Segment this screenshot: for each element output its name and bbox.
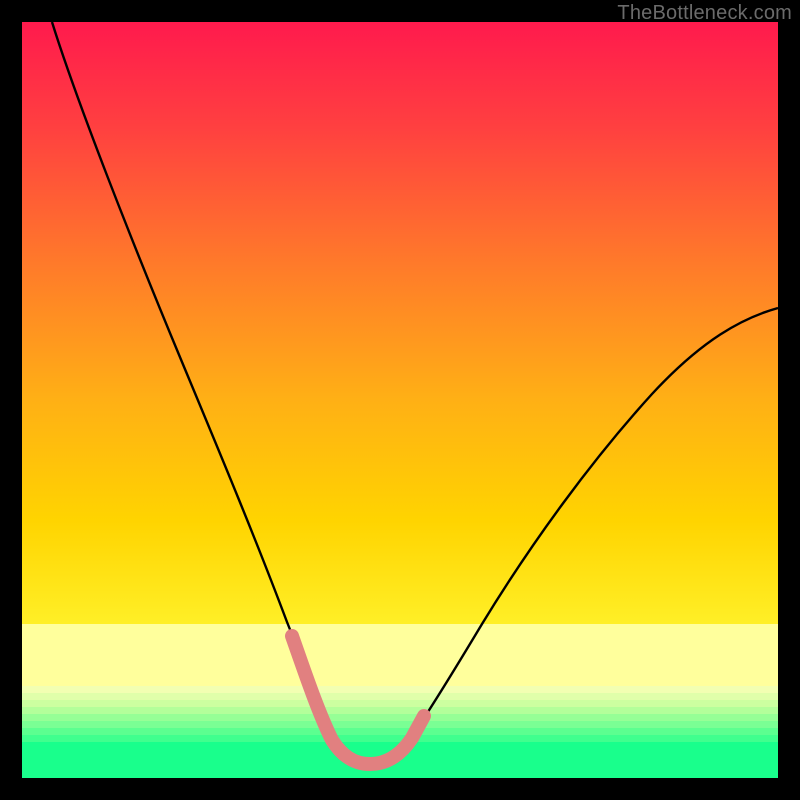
pale-yellow-band (22, 624, 778, 686)
plot-area (22, 22, 778, 778)
chart-frame: TheBottleneck.com (0, 0, 800, 800)
bottom-green-bands (22, 686, 778, 778)
chart-svg (22, 22, 778, 778)
